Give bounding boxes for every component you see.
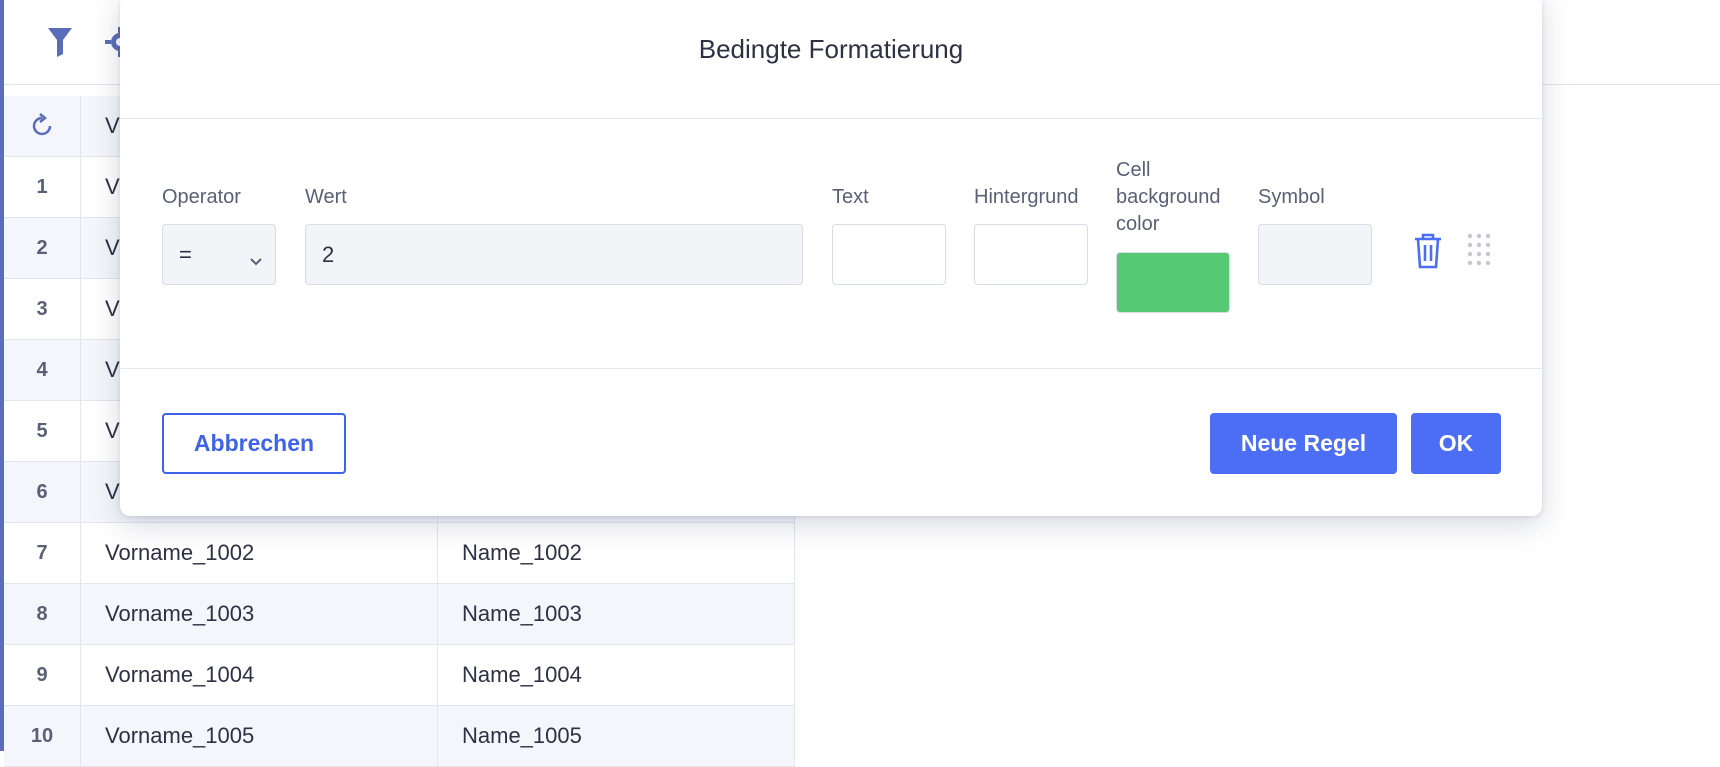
cell-vorname[interactable]: Vorname_1004 bbox=[81, 645, 438, 705]
hintergrund-label: Hintergrund bbox=[974, 186, 1079, 208]
cell-vorname[interactable]: Vorname_1003 bbox=[81, 584, 438, 644]
hintergrund-color-picker[interactable] bbox=[974, 224, 1088, 285]
filter-icon[interactable] bbox=[46, 26, 74, 63]
cell-name[interactable]: Name_1002 bbox=[438, 523, 795, 583]
divider bbox=[120, 368, 1542, 369]
cell-name[interactable]: Name_1004 bbox=[438, 645, 795, 705]
row-number: 5 bbox=[4, 401, 81, 461]
wert-input[interactable]: 2 bbox=[305, 224, 803, 285]
row-number: 4 bbox=[4, 340, 81, 400]
trash-icon[interactable] bbox=[1412, 232, 1444, 275]
wert-value: 2 bbox=[322, 241, 335, 267]
row-number: 6 bbox=[4, 462, 81, 522]
cell-vorname[interactable]: Vorname_1005 bbox=[81, 706, 438, 766]
symbol-picker[interactable] bbox=[1258, 224, 1372, 285]
cell-name[interactable]: Name_1005 bbox=[438, 706, 795, 766]
chevron-down-icon bbox=[249, 247, 263, 273]
operator-label: Operator bbox=[162, 186, 241, 208]
cell-vorname[interactable]: Vorname_1002 bbox=[81, 523, 438, 583]
wert-label: Wert bbox=[305, 186, 347, 208]
dialog-title: Bedingte Formatierung bbox=[698, 34, 964, 64]
refresh-icon[interactable] bbox=[4, 96, 81, 156]
divider bbox=[120, 118, 1542, 119]
operator-select[interactable]: = bbox=[162, 224, 276, 285]
symbol-label: Symbol bbox=[1258, 186, 1325, 208]
row-number: 7 bbox=[4, 523, 81, 583]
cell-background-label-line: background bbox=[1116, 186, 1221, 208]
cell-background-label: Cell background color bbox=[1116, 157, 1221, 238]
row-number: 8 bbox=[4, 584, 81, 644]
drag-handle-icon[interactable] bbox=[1466, 232, 1492, 273]
cell-background-color-picker[interactable] bbox=[1116, 252, 1230, 313]
table-row[interactable]: 8 Vorname_1003 Name_1003 bbox=[4, 584, 795, 645]
table-row[interactable]: 10 Vorname_1005 Name_1005 bbox=[4, 706, 795, 767]
row-number: 10 bbox=[4, 706, 81, 766]
table-row[interactable]: 7 Vorname_1002 Name_1002 bbox=[4, 523, 795, 584]
text-color-label: Text bbox=[832, 186, 869, 208]
row-number: 2 bbox=[4, 218, 81, 278]
operator-value: = bbox=[179, 241, 192, 267]
ok-button[interactable]: OK bbox=[1411, 413, 1501, 474]
row-number: 3 bbox=[4, 279, 81, 339]
table-row[interactable]: 9 Vorname_1004 Name_1004 bbox=[4, 645, 795, 706]
cancel-button[interactable]: Abbrechen bbox=[162, 413, 346, 474]
row-number: 9 bbox=[4, 645, 81, 705]
conditional-formatting-dialog: Bedingte Formatierung Operator Wert Text… bbox=[120, 0, 1542, 516]
cell-name[interactable]: Name_1003 bbox=[438, 584, 795, 644]
row-number: 1 bbox=[4, 157, 81, 217]
cell-background-label-line: Cell bbox=[1116, 159, 1151, 181]
new-rule-button[interactable]: Neue Regel bbox=[1210, 413, 1397, 474]
cell-background-label-line: color bbox=[1116, 213, 1160, 235]
text-color-picker[interactable] bbox=[832, 224, 946, 285]
